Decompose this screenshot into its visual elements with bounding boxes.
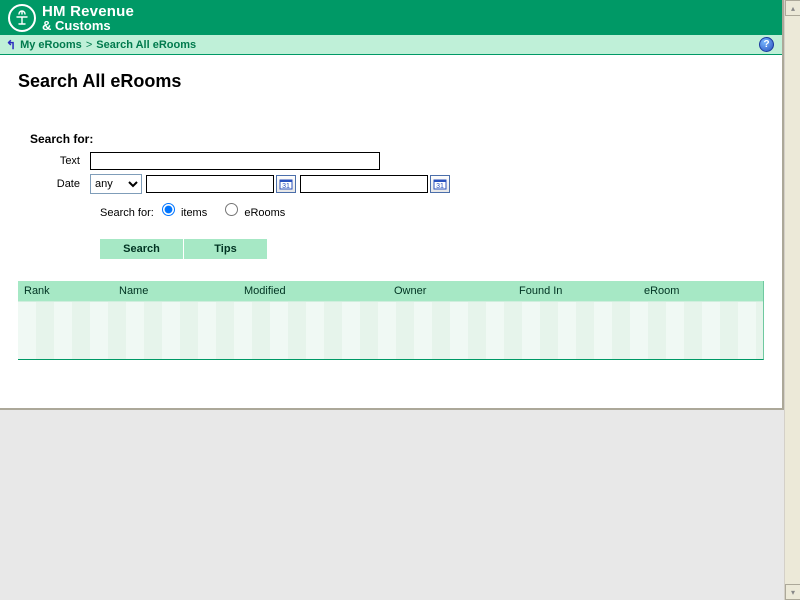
breadcrumb-sep: > (86, 39, 92, 51)
svg-text:31: 31 (282, 183, 290, 190)
brand-text: HM Revenue & Customs (42, 4, 134, 32)
date-to-input[interactable] (300, 175, 428, 193)
breadcrumb-current: Search All eRooms (96, 39, 196, 51)
date-mode-select[interactable]: any (90, 174, 142, 194)
search-text-input[interactable] (90, 152, 380, 170)
col-modified[interactable]: Modified (238, 285, 388, 297)
help-icon[interactable]: ? (759, 37, 774, 52)
table-header: Rank Name Modified Owner Found In eRoom (18, 281, 763, 301)
date-from-input[interactable] (146, 175, 274, 193)
up-arrow-icon[interactable]: ↰ (6, 38, 16, 52)
scroll-down-button[interactable]: ▾ (785, 584, 800, 600)
brand-line2: & Customs (42, 19, 134, 32)
scroll-up-button[interactable]: ▴ (785, 0, 800, 16)
calendar-to-button[interactable]: 31 (430, 175, 450, 193)
col-eroom[interactable]: eRoom (638, 285, 763, 297)
col-name[interactable]: Name (113, 285, 238, 297)
date-label: Date (30, 178, 90, 190)
radio-items-label[interactable]: items (157, 207, 210, 219)
scope-label: Search for: (100, 207, 154, 219)
calendar-icon: 31 (279, 178, 293, 190)
calendar-icon: 31 (433, 178, 447, 190)
form-legend: Search for: (30, 132, 764, 146)
col-owner[interactable]: Owner (388, 285, 513, 297)
breadcrumb-parent[interactable]: My eRooms (20, 39, 82, 51)
table-body-empty (18, 301, 763, 359)
radio-items-text: items (181, 207, 207, 219)
brand-bar: HM Revenue & Customs (0, 0, 782, 35)
radio-items[interactable] (162, 203, 175, 216)
calendar-from-button[interactable]: 31 (276, 175, 296, 193)
radio-erooms-label[interactable]: eRooms (220, 207, 285, 219)
vertical-scrollbar[interactable]: ▴ ▾ (784, 0, 800, 600)
col-rank[interactable]: Rank (18, 285, 113, 297)
brand-line1: HM Revenue (42, 4, 134, 19)
text-label: Text (30, 155, 90, 167)
radio-erooms-text: eRooms (244, 207, 285, 219)
radio-erooms[interactable] (225, 203, 238, 216)
tips-button[interactable]: Tips (184, 239, 267, 259)
breadcrumb: ↰ My eRooms > Search All eRooms ? (0, 35, 782, 55)
crest-icon (8, 4, 36, 32)
results-table: Rank Name Modified Owner Found In eRoom (18, 281, 764, 360)
search-button[interactable]: Search (100, 239, 183, 259)
col-found-in[interactable]: Found In (513, 285, 638, 297)
page-title: Search All eRooms (18, 71, 764, 92)
svg-text:31: 31 (436, 183, 444, 190)
